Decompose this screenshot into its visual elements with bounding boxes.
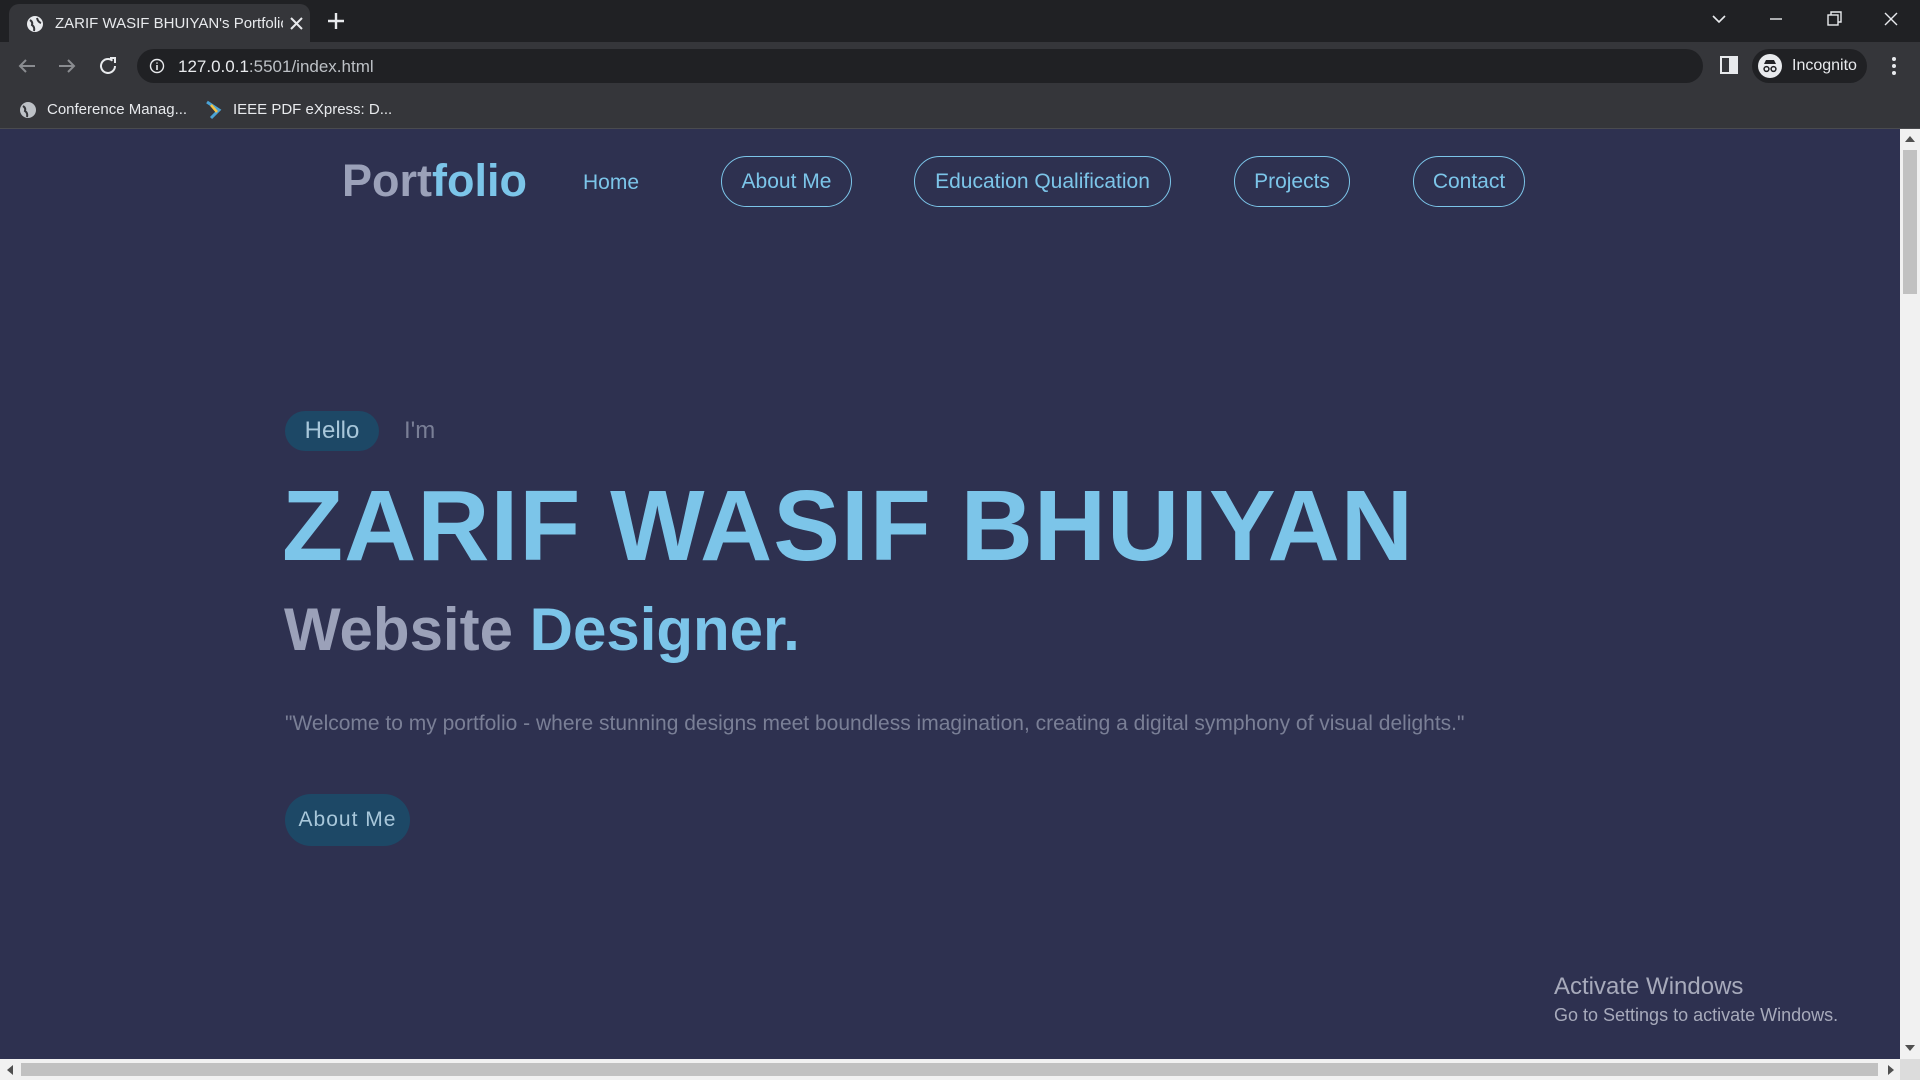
- horizontal-scroll-thumb[interactable]: [21, 1063, 1878, 1076]
- hero-role: Website Designer.: [284, 595, 800, 664]
- url-host: 127.0.0.1: [178, 57, 249, 76]
- role-part1: Website: [284, 596, 513, 663]
- site-info-icon[interactable]: [149, 58, 165, 74]
- new-tab-icon[interactable]: [326, 11, 346, 31]
- site-logo[interactable]: Portfolio: [342, 155, 527, 207]
- activate-subtitle: Go to Settings to activate Windows.: [1554, 1005, 1839, 1025]
- address-bar[interactable]: 127.0.0.1:5501/index.html: [137, 49, 1823, 83]
- role-part2: Designer.: [529, 596, 800, 663]
- logo-part2: folio: [432, 155, 527, 206]
- im-text: I'm: [404, 417, 436, 444]
- minimize-icon[interactable]: [1765, 8, 1787, 30]
- globe-icon: [27, 16, 43, 32]
- about-me-button[interactable]: About Me: [285, 794, 410, 846]
- close-tab-icon[interactable]: [288, 15, 305, 32]
- tab-search-icon[interactable]: [1708, 8, 1730, 30]
- bookmarks-bar: Conference Manag... IEEE PDF eXpress: D.…: [0, 90, 1920, 129]
- back-icon[interactable]: [15, 54, 39, 78]
- bookmark-label: IEEE PDF eXpress: D...: [233, 101, 393, 118]
- more-menu-icon[interactable]: [1884, 54, 1904, 78]
- side-panel-icon[interactable]: [1718, 54, 1740, 76]
- scroll-up-icon[interactable]: [1905, 136, 1915, 142]
- url-path: :5501/index.html: [248, 57, 374, 76]
- nav-home-link[interactable]: Home: [583, 171, 639, 195]
- incognito-label: Incognito: [1792, 57, 1857, 74]
- logo-part1: Port: [342, 155, 432, 206]
- incognito-icon: [1758, 54, 1782, 78]
- nav-about-link[interactable]: About Me: [721, 156, 852, 207]
- activate-title: Activate Windows: [1554, 973, 1744, 1000]
- hello-badge: Hello: [285, 411, 379, 451]
- browser-chrome: ZARIF WASIF BHUIYAN's Portfolio 127.0.0.…: [0, 0, 1920, 129]
- scroll-right-icon[interactable]: [1888, 1065, 1894, 1075]
- incognito-profile-button[interactable]: Incognito: [1752, 49, 1867, 83]
- vertical-scrollbar[interactable]: [1900, 129, 1920, 1059]
- restore-icon[interactable]: [1823, 8, 1845, 30]
- scroll-left-icon[interactable]: [7, 1065, 13, 1075]
- nav-education-link[interactable]: Education Qualification: [914, 156, 1171, 207]
- nav-contact-link[interactable]: Contact: [1413, 156, 1525, 207]
- scroll-down-icon[interactable]: [1905, 1045, 1915, 1051]
- nav-projects-link[interactable]: Projects: [1234, 156, 1350, 207]
- bookmark-label: Conference Manag...: [47, 101, 188, 118]
- tab-title: ZARIF WASIF BHUIYAN's Portfolio: [55, 15, 283, 32]
- bookmark-conference[interactable]: Conference Manag...: [19, 90, 187, 129]
- close-window-icon[interactable]: [1880, 8, 1902, 30]
- hero-quote: "Welcome to my portfolio - where stunnin…: [285, 712, 1465, 735]
- ieee-icon: [206, 100, 222, 119]
- browser-toolbar: 127.0.0.1:5501/index.html Incognito: [0, 42, 1920, 90]
- tab-strip: ZARIF WASIF BHUIYAN's Portfolio: [0, 0, 1920, 42]
- browser-tab[interactable]: ZARIF WASIF BHUIYAN's Portfolio: [9, 4, 310, 42]
- activate-windows-watermark: Activate Windows Go to Settings to activ…: [1554, 973, 1838, 1026]
- scrollbar-corner: [1900, 1059, 1920, 1080]
- hero-name: ZARIF WASIF BHUIYAN: [282, 470, 1414, 582]
- bookmark-ieee[interactable]: IEEE PDF eXpress: D...: [205, 90, 392, 129]
- vertical-scroll-thumb[interactable]: [1903, 150, 1917, 294]
- portfolio-page: Portfolio Home About Me Education Qualif…: [0, 129, 1900, 1059]
- globe-icon: [20, 101, 36, 118]
- forward-icon[interactable]: [55, 54, 79, 78]
- horizontal-scrollbar[interactable]: [0, 1059, 1900, 1080]
- reload-icon[interactable]: [96, 54, 120, 78]
- url-text: 127.0.0.1:5501/index.html: [178, 57, 374, 77]
